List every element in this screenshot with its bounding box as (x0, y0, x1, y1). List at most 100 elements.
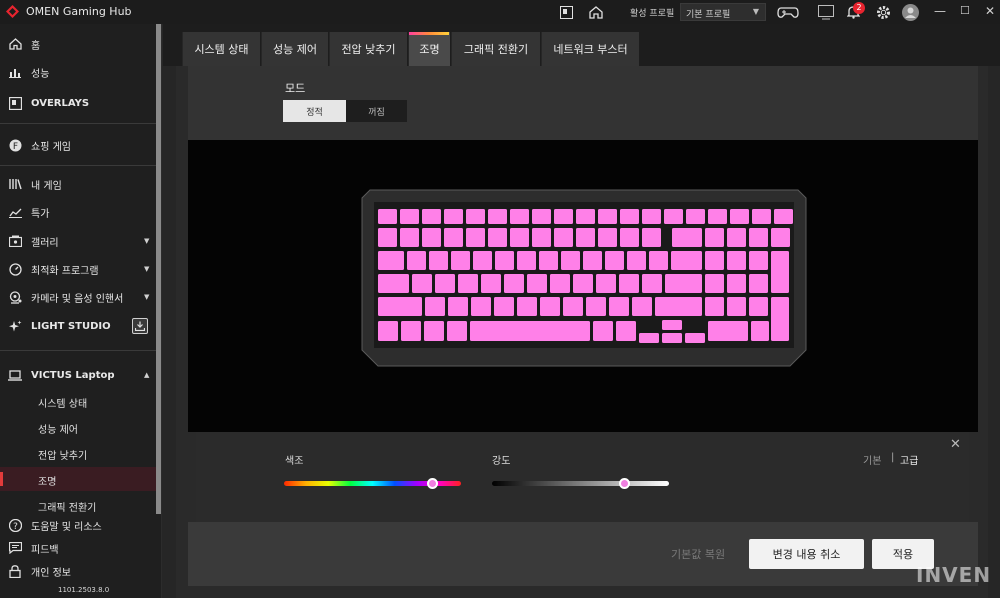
keyboard-key (517, 297, 537, 316)
webcam-icon (8, 290, 22, 304)
screen-icon[interactable] (817, 4, 835, 20)
sidebar-item-my-games[interactable]: 내 게임 (8, 174, 62, 194)
keyboard-key (447, 321, 467, 341)
keyboard-key (586, 297, 606, 316)
sidebar-divider (0, 165, 156, 166)
basic-mode-toggle[interactable]: 기본 (863, 452, 881, 467)
sidebar-item-home[interactable]: 홈 (8, 34, 40, 54)
tab-performance-control[interactable]: 성능 제어 (261, 32, 328, 66)
keyboard-key (378, 209, 397, 224)
tab-network-booster[interactable]: 네트워크 부스터 (541, 32, 639, 66)
tab-graphics-switcher[interactable]: 그래픽 전환기 (451, 32, 540, 66)
sidebar-divider (0, 350, 156, 351)
keyboard-key (424, 321, 444, 341)
keyboard-key (471, 297, 491, 316)
svg-text:?: ? (13, 522, 18, 532)
speed-icon (8, 262, 22, 276)
cancel-changes-button[interactable]: 변경 내용 취소 (749, 539, 864, 569)
maximize-button[interactable]: ☐ (960, 4, 970, 17)
close-window-button[interactable]: ✕ (985, 4, 995, 18)
keyboard-key (401, 321, 421, 341)
sidebar-item-shop-games[interactable]: F 쇼핑 게임 (8, 135, 71, 155)
game-controller-icon[interactable] (777, 4, 799, 20)
home-icon[interactable] (588, 4, 604, 20)
sidebar-item-optimizer[interactable]: 최적화 프로그램 ▼ (8, 259, 149, 279)
sidebar-item-help[interactable]: ? 도움말 및 리소스 (8, 515, 102, 535)
chart-icon (8, 65, 22, 79)
sidebar-subitem-undervolt[interactable]: 전압 낮추기 (38, 447, 87, 462)
keyboard-key (378, 297, 422, 316)
sidebar-subitem-system-status[interactable]: 시스템 상태 (38, 395, 87, 410)
advanced-mode-toggle[interactable]: 고급 (900, 452, 918, 467)
sidebar-scrollbar[interactable] (156, 24, 161, 514)
keyboard-key (686, 209, 705, 224)
profile-select[interactable]: 기본 프로필 ▼ (680, 3, 766, 21)
help-icon: ? (8, 518, 22, 532)
keyboard-key (664, 209, 683, 224)
keyboard-key (727, 228, 746, 247)
sidebar-item-performance[interactable]: 성능 (8, 62, 49, 82)
tab-system-status[interactable]: 시스템 상태 (182, 32, 260, 66)
gallery-icon (8, 234, 22, 248)
keyboard-key (593, 321, 613, 341)
keyboard-key (727, 297, 746, 316)
chevron-up-icon[interactable]: ▲ (144, 371, 149, 379)
sidebar-item-victus-laptop[interactable]: VICTUS Laptop ▲ (8, 365, 149, 385)
gear-icon[interactable] (875, 4, 891, 20)
keyboard-key (495, 251, 514, 270)
sidebar-item-camera-voice[interactable]: 카메라 및 음성 인핸서 ▼ (8, 287, 149, 307)
keyboard-key (620, 228, 639, 247)
active-tab-indicator (409, 32, 449, 35)
minimize-button[interactable]: — (934, 4, 946, 18)
sidebar-item-label: 갤러리 (31, 237, 59, 249)
keyboard-key (662, 333, 682, 343)
keyboard-key (400, 209, 419, 224)
sidebar-subitem-performance-control[interactable]: 성능 제어 (38, 421, 78, 436)
keyboard-key (771, 297, 789, 341)
tab-undervolt[interactable]: 전압 낮추기 (329, 32, 407, 66)
avatar-icon[interactable] (902, 3, 919, 21)
sidebar-item-gallery[interactable]: 갤러리 ▼ (8, 231, 149, 251)
sidebar-item-label: 성능 (31, 68, 50, 80)
keyboard-key (665, 274, 702, 293)
sidebar-item-light-studio[interactable]: LIGHT STUDIO (8, 316, 111, 336)
intensity-slider[interactable] (492, 481, 669, 486)
sidebar-item-feedback[interactable]: 피드백 (8, 538, 59, 558)
mode-off-button[interactable]: 꺼짐 (346, 100, 407, 122)
keyboard-key (561, 251, 580, 270)
keyboard-key (672, 228, 702, 247)
keyboard-key (378, 274, 409, 293)
restore-defaults-button[interactable]: 기본값 복원 (671, 546, 725, 562)
lock-icon (8, 564, 22, 578)
chevron-down-icon[interactable]: ▼ (144, 237, 149, 245)
sidebar-subitem-graphics-switcher[interactable]: 그래픽 전환기 (38, 499, 96, 514)
tab-lighting[interactable]: 조명 (408, 32, 450, 66)
sparkle-icon (8, 319, 22, 333)
keyboard-key (466, 228, 485, 247)
keyboard-key (554, 209, 573, 224)
keyboard-key (632, 297, 652, 316)
mode-static-button[interactable]: 정적 (283, 100, 346, 122)
keyboard-key (540, 297, 560, 316)
keyboard-key (378, 228, 397, 247)
keyboard-key (627, 251, 646, 270)
keyboard-key (705, 251, 724, 270)
keyboard-key (576, 228, 595, 247)
sidebar-item-deals[interactable]: 특가 (8, 202, 49, 222)
keyboard-key (448, 297, 468, 316)
sidebar-subitem-lighting[interactable]: 조명 (38, 473, 56, 488)
keyboard-key (470, 321, 590, 341)
chevron-down-icon[interactable]: ▼ (144, 265, 149, 273)
mode-divider: | (891, 452, 895, 463)
chevron-down-icon[interactable]: ▼ (144, 293, 149, 301)
sidebar-item-privacy[interactable]: 개인 정보 (8, 561, 71, 581)
keyboard-key (527, 274, 547, 293)
active-profile-label: 활성 프로필 (630, 9, 675, 19)
sidebar-item-label: OVERLAYS (31, 97, 90, 109)
widget-icon[interactable] (559, 4, 573, 20)
sidebar-item-overlays[interactable]: OVERLAYS (8, 93, 89, 113)
keyboard-key (671, 251, 702, 270)
close-icon[interactable]: ✕ (950, 437, 961, 452)
download-icon[interactable] (132, 318, 148, 334)
keyboard-key (504, 274, 524, 293)
